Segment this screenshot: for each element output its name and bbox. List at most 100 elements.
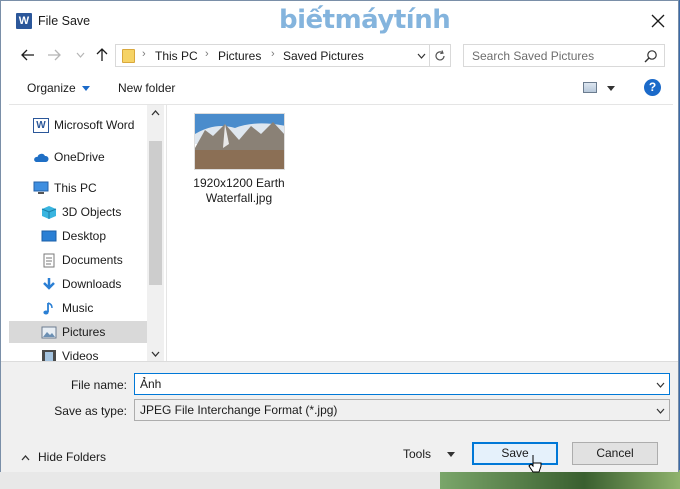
change-view-button[interactable] bbox=[583, 82, 597, 93]
background-desktop bbox=[0, 470, 680, 489]
desktop-icon bbox=[41, 230, 57, 241]
scrollbar-thumb[interactable] bbox=[149, 141, 162, 285]
address-bar[interactable]: › This PC › Pictures › Saved Pictures bbox=[115, 44, 451, 67]
close-button[interactable] bbox=[644, 9, 672, 33]
film-icon bbox=[42, 349, 56, 361]
command-bar: Organize New folder ? bbox=[1, 75, 678, 101]
chevron-right-icon: › bbox=[142, 48, 146, 60]
forward-button[interactable] bbox=[45, 46, 63, 64]
sidebar-item-label: 3D Objects bbox=[62, 205, 122, 219]
chevron-down-icon bbox=[76, 52, 84, 58]
save-options-panel: File name: Ảnh Save as type: JPEG File I… bbox=[1, 361, 678, 472]
arrow-up-icon bbox=[96, 48, 108, 61]
download-icon bbox=[43, 277, 55, 290]
sidebar-item-label: This PC bbox=[54, 181, 97, 195]
file-name-line: 1920x1200 Earth bbox=[193, 176, 285, 190]
sidebar-item-3d-objects[interactable]: 3D Objects bbox=[9, 201, 147, 223]
sidebar-item-music[interactable]: Music bbox=[9, 297, 147, 319]
save-as-type-label: Save as type: bbox=[54, 404, 127, 418]
sidebar-item-onedrive[interactable]: OneDrive bbox=[9, 146, 147, 168]
chevron-right-icon: › bbox=[271, 48, 275, 60]
breadcrumb-pictures[interactable]: Pictures bbox=[218, 49, 261, 63]
cube-icon bbox=[41, 205, 57, 219]
scroll-down-icon[interactable] bbox=[151, 349, 160, 358]
chevron-down-icon[interactable] bbox=[656, 380, 665, 389]
close-icon bbox=[651, 14, 665, 28]
hide-folders-label: Hide Folders bbox=[38, 450, 107, 464]
sidebar-item-label: OneDrive bbox=[54, 150, 105, 164]
cancel-button[interactable]: Cancel bbox=[572, 442, 658, 465]
sidebar-item-label: Videos bbox=[62, 349, 99, 361]
arrow-right-icon bbox=[48, 49, 61, 61]
sidebar-item-desktop[interactable]: Desktop bbox=[9, 225, 147, 247]
navigation-bar: › This PC › Pictures › Saved Pictures Se… bbox=[1, 42, 678, 68]
up-button[interactable] bbox=[93, 46, 111, 64]
browser-area: W Microsoft Word OneDrive This PC 3D Obj… bbox=[9, 104, 673, 361]
document-icon bbox=[43, 253, 55, 267]
file-save-dialog: W File Save biếtmáytính › This PC › Pict… bbox=[0, 0, 679, 472]
file-name-label: File name: bbox=[70, 378, 127, 392]
save-as-type-select[interactable]: JPEG File Interchange Format (*.jpg) bbox=[134, 399, 670, 421]
arrow-left-icon bbox=[21, 49, 34, 61]
sidebar-item-this-pc[interactable]: This PC bbox=[9, 177, 147, 199]
refresh-button[interactable] bbox=[429, 45, 450, 66]
window-title: File Save bbox=[38, 14, 91, 28]
breadcrumb-this-pc[interactable]: This PC bbox=[155, 49, 198, 63]
help-button[interactable]: ? bbox=[644, 79, 661, 96]
cloud-icon bbox=[34, 153, 49, 162]
save-button[interactable]: Save bbox=[472, 442, 558, 465]
sidebar-item-label: Microsoft Word bbox=[54, 118, 135, 132]
new-folder-button[interactable]: New folder bbox=[118, 81, 175, 95]
caret-down-icon bbox=[81, 86, 90, 92]
tools-button[interactable]: Tools bbox=[403, 447, 431, 461]
chevron-down-icon bbox=[656, 408, 665, 414]
breadcrumb-saved-pictures[interactable]: Saved Pictures bbox=[283, 49, 364, 63]
watermark-logo: biếtmáytính bbox=[279, 5, 451, 35]
file-name-line: Waterfall.jpg bbox=[205, 191, 273, 205]
word-app-icon: W bbox=[16, 13, 32, 29]
search-icon bbox=[644, 50, 657, 63]
file-name-input[interactable]: Ảnh bbox=[134, 373, 670, 395]
sidebar-item-label: Music bbox=[62, 301, 94, 315]
background-image bbox=[440, 470, 680, 489]
sidebar-item-pictures[interactable]: Pictures bbox=[9, 321, 147, 343]
search-input[interactable]: Search Saved Pictures bbox=[472, 49, 594, 63]
sidebar-item-label: Desktop bbox=[62, 229, 107, 243]
tools-caret-icon[interactable] bbox=[447, 452, 455, 457]
file-name-value: Ảnh bbox=[140, 377, 162, 391]
sidebar-item-videos[interactable]: Videos bbox=[9, 345, 147, 361]
file-list: 1920x1200 Earth Waterfall.jpg bbox=[166, 105, 673, 361]
computer-icon bbox=[33, 181, 49, 194]
view-options-caret-icon[interactable] bbox=[607, 86, 615, 91]
sidebar-item-microsoft-word[interactable]: W Microsoft Word bbox=[9, 114, 147, 136]
sidebar-item-label: Documents bbox=[62, 253, 123, 267]
image-thumbnail bbox=[193, 113, 285, 170]
navigation-pane-scrollbar[interactable] bbox=[147, 105, 164, 361]
sidebar-item-label: Downloads bbox=[62, 277, 122, 291]
word-icon: W bbox=[33, 117, 49, 133]
pictures-icon bbox=[41, 326, 57, 338]
save-as-type-value: JPEG File Interchange Format (*.jpg) bbox=[140, 403, 338, 417]
folder-icon bbox=[122, 49, 135, 63]
organize-label: Organize bbox=[27, 81, 76, 95]
scroll-up-icon[interactable] bbox=[151, 109, 160, 118]
refresh-icon bbox=[435, 49, 445, 60]
file-item[interactable]: 1920x1200 Earth Waterfall.jpg bbox=[189, 113, 289, 206]
title-bar: W File Save biếtmáytính bbox=[1, 1, 678, 42]
chevron-up-icon bbox=[21, 454, 30, 460]
address-dropdown-button[interactable] bbox=[414, 48, 428, 64]
mouse-cursor-icon bbox=[528, 455, 542, 473]
chevron-down-icon bbox=[417, 53, 425, 59]
hide-folders-button[interactable]: Hide Folders bbox=[21, 450, 106, 464]
recent-locations-button[interactable] bbox=[71, 46, 89, 64]
search-box[interactable]: Search Saved Pictures bbox=[463, 44, 665, 67]
chevron-right-icon: › bbox=[205, 48, 209, 60]
sidebar-item-documents[interactable]: Documents bbox=[9, 249, 147, 271]
waterfall-thumbnail-image bbox=[194, 114, 284, 169]
back-button[interactable] bbox=[19, 46, 37, 64]
organize-button[interactable]: Organize bbox=[27, 81, 90, 95]
file-name-label: 1920x1200 Earth Waterfall.jpg bbox=[189, 176, 289, 206]
sidebar-item-label: Pictures bbox=[62, 325, 106, 339]
music-icon bbox=[43, 301, 53, 314]
sidebar-item-downloads[interactable]: Downloads bbox=[9, 273, 147, 295]
